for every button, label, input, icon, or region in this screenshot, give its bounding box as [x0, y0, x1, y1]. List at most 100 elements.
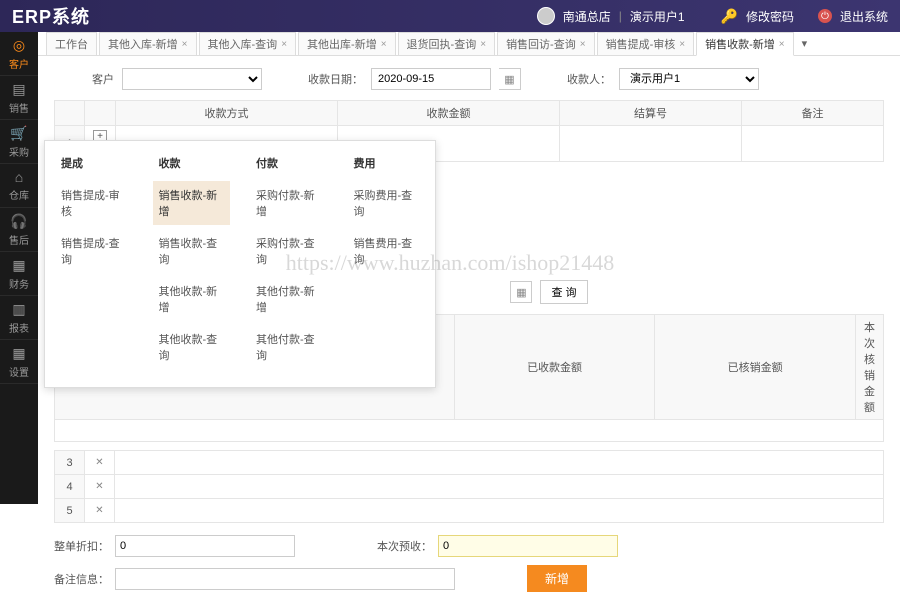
remark-input[interactable]: [115, 568, 455, 590]
sidebar-item-销售[interactable]: ▤销售: [0, 76, 38, 120]
mega-item[interactable]: 采购费用-查询: [348, 181, 426, 225]
user-name: 演示用户1: [630, 8, 685, 25]
row-ops: ✕: [85, 475, 115, 499]
close-icon[interactable]: ×: [580, 39, 586, 50]
row-index: 4: [55, 475, 85, 499]
tab-label: 其他出库-新增: [307, 36, 377, 52]
tab-其他入库-查询[interactable]: 其他入库-查询×: [199, 32, 297, 55]
bottom-form: 整单折扣： 本次预收： 备注信息： 新增: [54, 535, 884, 592]
row-index: 5: [55, 499, 85, 523]
header-right: 南通总店 | 演示用户1 🔑 修改密码 ⏻ 退出系统: [537, 7, 888, 25]
tab-工作台[interactable]: 工作台: [46, 32, 97, 55]
tab-label: 销售收款-新增: [705, 36, 775, 52]
mega-item[interactable]: 销售提成-查询: [55, 229, 133, 273]
payee-label: 收款人：: [567, 71, 611, 87]
close-icon[interactable]: ×: [679, 39, 685, 50]
mega-col-费用: 费用采购费用-查询销售费用-查询: [338, 151, 436, 373]
summary-header: 已收款金额: [454, 315, 655, 420]
sidebar-item-设置[interactable]: ▦设置: [0, 340, 38, 384]
sidebar-item-仓库[interactable]: ⌂仓库: [0, 164, 38, 208]
store-name: 南通总店: [563, 8, 611, 25]
tab-label: 其他入库-新增: [108, 36, 178, 52]
date-input[interactable]: [371, 68, 491, 90]
table-row: 5✕: [55, 499, 884, 523]
calendar-icon[interactable]: ▦: [499, 68, 521, 90]
query-button[interactable]: 查 询: [540, 280, 587, 304]
mega-col-付款: 付款采购付款-新增采购付款-查询其他付款-新增其他付款-查询: [240, 151, 338, 373]
finance-mega-menu: 提成销售提成-审核销售提成-查询收款销售收款-新增销售收款-查询其他收款-新增其…: [44, 140, 436, 388]
close-icon[interactable]: ×: [381, 39, 387, 50]
tab-其他出库-新增[interactable]: 其他出库-新增 ×: [298, 32, 396, 55]
sidebar-label: 采购: [9, 144, 29, 159]
tab-bar: 工作台其他入库-新增×其他入库-查询×其他出库-新增×退货回执-查询×销售回访-…: [38, 32, 900, 56]
change-password-link[interactable]: 修改密码: [746, 8, 794, 25]
close-icon[interactable]: ×: [480, 39, 486, 50]
prepay-input[interactable]: [438, 535, 618, 557]
close-icon[interactable]: ×: [281, 39, 287, 50]
close-icon[interactable]: ×: [182, 39, 188, 50]
power-icon: ⏻: [818, 9, 832, 23]
mega-item[interactable]: 其他收款-新增: [153, 277, 231, 321]
close-icon[interactable]: ×: [779, 39, 785, 50]
table-row: 3✕: [55, 451, 884, 475]
mega-item[interactable]: 其他收款-查询: [153, 325, 231, 369]
calendar-icon-2[interactable]: ▦: [510, 281, 532, 303]
tab-销售提成-审核[interactable]: 销售提成-审核×: [597, 32, 695, 55]
sidebar-item-采购[interactable]: 🛒采购: [0, 120, 38, 164]
tab-label: 其他入库-查询: [208, 36, 278, 52]
sidebar-icon: ▤: [12, 81, 25, 98]
delete-row-button[interactable]: ✕: [94, 505, 106, 517]
mega-item[interactable]: 销售费用-查询: [348, 229, 426, 273]
tab-退货回执-查询[interactable]: 退货回执-查询×: [398, 32, 496, 55]
submit-button[interactable]: 新增: [527, 565, 587, 592]
mega-item[interactable]: 其他付款-新增: [250, 277, 328, 321]
delete-row-button[interactable]: ✕: [94, 457, 106, 469]
mega-item[interactable]: 采购付款-查询: [250, 229, 328, 273]
table-row: 4✕: [55, 475, 884, 499]
prepay-label: 本次预收：: [377, 538, 432, 554]
mega-item[interactable]: 销售收款-新增: [153, 181, 231, 225]
sidebar-label: 设置: [9, 364, 29, 379]
col-header: 备注: [742, 101, 884, 126]
sidebar-label: 报表: [9, 320, 29, 335]
logout-link[interactable]: 退出系统: [840, 8, 888, 25]
col-header: 收款方式: [116, 101, 338, 126]
summary-header: 已核销金额: [655, 315, 856, 420]
sidebar-item-财务[interactable]: ▦财务: [0, 252, 38, 296]
customer-label: 客户: [54, 71, 114, 87]
sidebar-item-售后[interactable]: 🎧售后: [0, 208, 38, 252]
tab-label: 销售提成-审核: [606, 36, 676, 52]
date-label: 收款日期：: [308, 71, 363, 87]
sidebar-item-报表[interactable]: ▥报表: [0, 296, 38, 340]
customer-select[interactable]: [122, 68, 262, 90]
avatar-icon[interactable]: [537, 7, 555, 25]
mega-item[interactable]: 其他付款-查询: [250, 325, 328, 369]
top-header: ERP系统 南通总店 | 演示用户1 🔑 修改密码 ⏻ 退出系统: [0, 0, 900, 32]
tab-其他入库-新增[interactable]: 其他入库-新增 ×: [99, 32, 197, 55]
mega-item[interactable]: 销售提成-审核: [55, 181, 133, 225]
mega-header: 提成: [55, 151, 133, 175]
tab-more[interactable]: ▾: [796, 32, 814, 55]
sidebar-label: 客户: [9, 56, 29, 71]
tab-销售回访-查询[interactable]: 销售回访-查询×: [497, 32, 595, 55]
remark-label: 备注信息：: [54, 571, 109, 587]
row-ops: ✕: [85, 499, 115, 523]
divider: |: [619, 9, 622, 23]
sidebar-icon: ⌂: [15, 169, 23, 185]
sidebar-icon: ◎: [13, 37, 25, 54]
form-row-1: 客户 收款日期： ▦ 收款人： 演示用户1: [54, 68, 884, 90]
col-header: [85, 101, 116, 126]
mega-col-收款: 收款销售收款-新增销售收款-查询其他收款-新增其他收款-查询: [143, 151, 241, 373]
mega-header: 费用: [348, 151, 426, 175]
payee-select[interactable]: 演示用户1: [619, 68, 759, 90]
mega-header: 收款: [153, 151, 231, 175]
mega-item[interactable]: 销售收款-查询: [153, 229, 231, 273]
tab-label: 退货回执-查询: [407, 36, 477, 52]
delete-row-button[interactable]: ✕: [94, 481, 106, 493]
tab-销售收款-新增[interactable]: 销售收款-新增 ×: [696, 32, 794, 56]
sidebar-icon: ▦: [12, 257, 25, 274]
discount-input[interactable]: [115, 535, 295, 557]
mega-item[interactable]: 采购付款-新增: [250, 181, 328, 225]
key-icon: 🔑: [721, 8, 738, 25]
sidebar-item-客户[interactable]: ◎ 客户: [0, 32, 38, 76]
